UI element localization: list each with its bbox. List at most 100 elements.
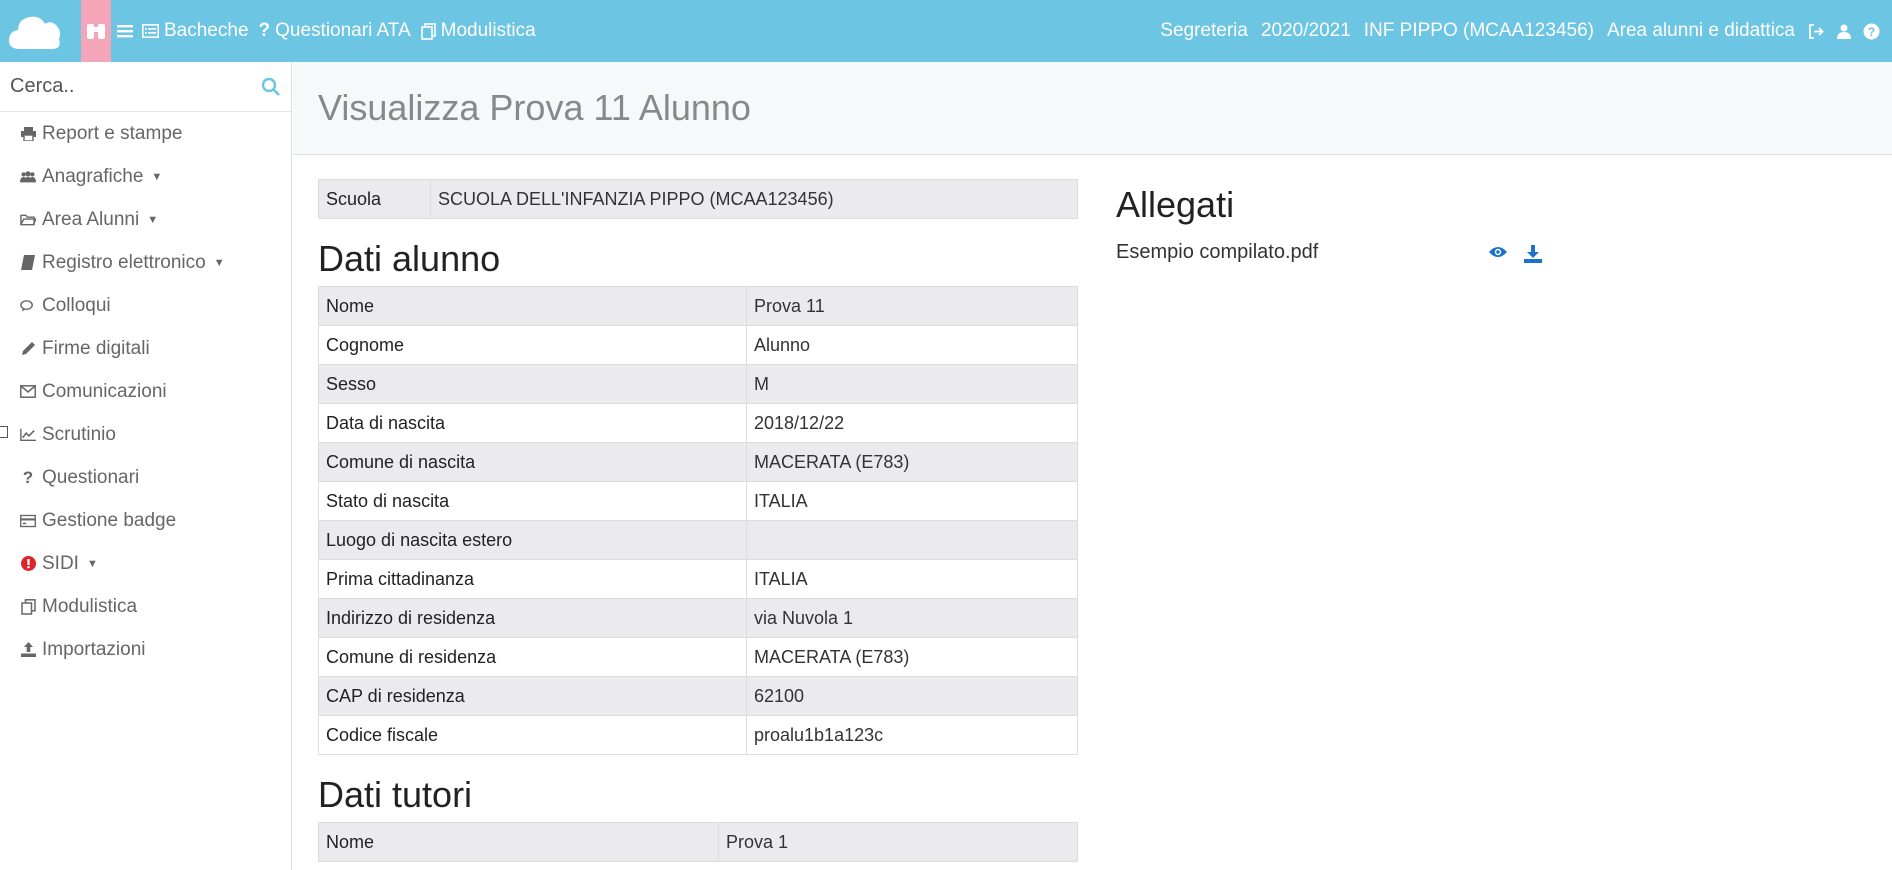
field-value: 2018/12/22 <box>746 403 1078 443</box>
attachment-item: Esempio compilato.pdf <box>1116 241 1576 264</box>
field-label: Prima cittadinanza <box>318 559 747 599</box>
collapse-handle[interactable] <box>0 426 8 438</box>
field-value <box>746 520 1078 560</box>
sidebar-item-label: Firme digitali <box>42 337 150 359</box>
sidebar-item-registro-elettronico[interactable]: Registro elettronico ▼ <box>0 241 291 284</box>
search-icon[interactable] <box>261 77 281 102</box>
sidebar-item-label: Report e stampe <box>42 122 183 144</box>
field-label: Cognome <box>318 325 747 365</box>
help-icon[interactable]: ? <box>1863 23 1880 40</box>
table-row: Nome Prova 1 <box>318 822 1078 862</box>
field-value: via Nuvola 1 <box>746 598 1078 638</box>
svg-text:?: ? <box>1868 25 1875 39</box>
field-label: Comune di residenza <box>318 637 747 677</box>
field-label: Indirizzo di residenza <box>318 598 747 638</box>
alert-icon <box>20 556 36 572</box>
menu-bacheche[interactable]: Bacheche <box>142 20 249 42</box>
student-heading: Dati alunno <box>318 238 501 279</box>
binoculars-icon[interactable] <box>81 0 111 62</box>
sidebar-item-label: Anagrafiche <box>42 165 144 187</box>
field-value: proalu1b1a123c <box>746 715 1078 755</box>
logout-icon[interactable] <box>1808 23 1825 39</box>
school-label[interactable]: INF PIPPO (MCAA123456) <box>1364 20 1594 42</box>
sidebar-item-label: Registro elettronico <box>42 251 206 273</box>
attachments-heading: Allegati <box>1116 184 1235 225</box>
sidebar-item-label: Scrutinio <box>42 423 116 445</box>
caret-down-icon[interactable]: ▼ <box>147 214 158 226</box>
caret-down-icon[interactable]: ▼ <box>214 257 225 269</box>
sidebar-item-label: Questionari <box>42 466 140 488</box>
sidebar-item-firme-digitali[interactable]: Firme digitali <box>0 327 291 370</box>
school-value-cell: SCUOLA DELL'INFANZIA PIPPO (MCAA123456) <box>430 179 1078 219</box>
users-icon <box>20 169 36 185</box>
school-table: Scuola SCUOLA DELL'INFANZIA PIPPO (MCAA1… <box>318 179 1078 219</box>
table-row: Sesso M <box>318 364 1078 404</box>
eye-icon[interactable] <box>1488 245 1508 263</box>
office-label[interactable]: Segreteria <box>1160 20 1248 42</box>
field-value: Prova 1 <box>718 822 1078 862</box>
sidebar-item-comunicazioni[interactable]: Comunicazioni <box>0 370 291 413</box>
attachment-actions <box>1488 245 1558 263</box>
field-label: Nome <box>318 822 719 862</box>
chart-icon <box>20 427 36 443</box>
question-icon: ? <box>22 467 34 487</box>
menu-modulistica-label: Modulistica <box>440 20 536 41</box>
table-row: Codice fiscale proalu1b1a123c <box>318 715 1078 755</box>
field-value: Prova 11 <box>746 286 1078 326</box>
user-icon[interactable] <box>1837 24 1851 39</box>
sidebar-item-colloqui[interactable]: Colloqui <box>0 284 291 327</box>
sidebar-item-anagrafiche[interactable]: Anagrafiche ▼ <box>0 155 291 198</box>
menu-modulistica[interactable]: Modulistica <box>420 20 536 42</box>
field-value: ITALIA <box>746 481 1078 521</box>
sidebar-item-label: Area Alunni <box>42 208 140 230</box>
sidebar-item-gestione-badge[interactable]: Gestione badge <box>0 499 291 542</box>
tutor-heading: Dati tutori <box>318 774 473 815</box>
field-label: Nome <box>318 286 747 326</box>
student-details: Scuola SCUOLA DELL'INFANZIA PIPPO (MCAA1… <box>318 179 1078 862</box>
sidebar-item-importazioni[interactable]: Importazioni <box>0 628 291 671</box>
caret-down-icon[interactable]: ▼ <box>151 171 162 183</box>
main-content: Visualizza Prova 11 Alunno Scuola SCUOLA… <box>293 62 1892 870</box>
page-title: Visualizza Prova 11 Alunno <box>318 87 751 128</box>
student-table: Nome Prova 11 Cognome Alunno Sesso M Data di n… <box>318 286 1078 755</box>
download-icon[interactable] <box>1524 245 1542 263</box>
sidebar-item-report-e-stampe[interactable]: Report e stampe <box>0 112 291 155</box>
menu-bacheche-label: Bacheche <box>164 20 249 41</box>
area-label[interactable]: Area alunni e didattica <box>1607 20 1795 42</box>
upload-icon <box>20 642 36 658</box>
list-icon <box>142 24 159 38</box>
sidebar-item-label: Comunicazioni <box>42 380 167 402</box>
sidebar-search <box>0 62 291 112</box>
sidebar-item-label: Importazioni <box>42 638 146 660</box>
hamburger-icon <box>117 25 133 38</box>
comments-icon <box>20 298 36 314</box>
menu-questionari-ata[interactable]: ? Questionari ATA <box>259 20 411 42</box>
attachments-panel: Allegati Esempio compilato.pdf <box>1116 179 1576 264</box>
pencil-icon <box>20 341 36 357</box>
table-row: Comune di residenza MACERATA (E783) <box>318 637 1078 677</box>
hamburger-menu-button[interactable] <box>117 24 133 38</box>
school-year-label[interactable]: 2020/2021 <box>1261 20 1351 42</box>
sidebar-item-modulistica[interactable]: Modulistica <box>0 585 291 628</box>
search-input[interactable] <box>10 75 250 98</box>
sidebar-item-questionari[interactable]: ? Questionari <box>0 456 291 499</box>
cloud-logo-icon[interactable] <box>0 0 70 62</box>
user-context: Segreteria 2020/2021 INF PIPPO (MCAA1234… <box>1160 0 1892 62</box>
table-row: Nome Prova 11 <box>318 286 1078 326</box>
caret-down-icon[interactable]: ▼ <box>87 558 98 570</box>
school-label-cell: Scuola <box>318 179 431 219</box>
table-row: Luogo di nascita estero <box>318 520 1078 560</box>
table-row: Scuola SCUOLA DELL'INFANZIA PIPPO (MCAA1… <box>318 179 1078 219</box>
sidebar-item-sidi[interactable]: SIDI ▼ <box>0 542 291 585</box>
table-row: Prima cittadinanza ITALIA <box>318 559 1078 599</box>
sidebar: Report e stampeAnagrafiche▼Area Alunni▼R… <box>0 62 292 870</box>
field-label: Codice fiscale <box>318 715 747 755</box>
sidebar-item-area-alunni[interactable]: Area Alunni ▼ <box>0 198 291 241</box>
top-navbar: Bacheche ? Questionari ATA Modulistica S… <box>0 0 1892 62</box>
sidebar-item-label: Colloqui <box>42 294 111 316</box>
sidebar-item-scrutinio[interactable]: Scrutinio <box>0 413 291 456</box>
field-label: Comune di nascita <box>318 442 747 482</box>
field-label: Stato di nascita <box>318 481 747 521</box>
table-row: Stato di nascita ITALIA <box>318 481 1078 521</box>
field-value: MACERATA (E783) <box>746 442 1078 482</box>
